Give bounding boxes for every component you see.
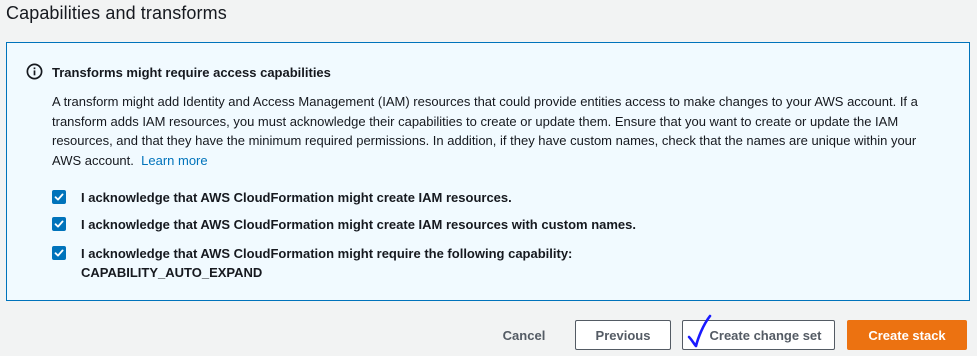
acknowledge-custom-names-label: I acknowledge that AWS CloudFormation mi… xyxy=(81,217,637,232)
info-alert: Transforms might require access capabili… xyxy=(6,42,970,301)
alert-body: A transform might add Identity and Acces… xyxy=(52,92,947,170)
cancel-button[interactable]: Cancel xyxy=(484,320,564,350)
section-title: Capabilities and transforms xyxy=(6,3,227,23)
acknowledge-auto-expand-label-line1: I acknowledge that AWS CloudFormation mi… xyxy=(81,246,573,261)
acknowledge-iam-checkbox[interactable] xyxy=(52,190,66,204)
checkmark-icon xyxy=(54,193,64,201)
alert-title: Transforms might require access capabili… xyxy=(52,65,331,80)
acknowledge-iam-row[interactable]: I acknowledge that AWS CloudFormation mi… xyxy=(52,188,512,207)
info-circle-icon xyxy=(26,63,43,80)
checkmark-icon xyxy=(54,220,64,228)
acknowledge-iam-label: I acknowledge that AWS CloudFormation mi… xyxy=(81,190,512,205)
previous-button[interactable]: Previous xyxy=(575,320,671,350)
acknowledge-custom-names-checkbox[interactable] xyxy=(52,217,66,231)
capability-name: CAPABILITY_AUTO_EXPAND xyxy=(81,265,263,280)
learn-more-link[interactable]: Learn more xyxy=(141,153,207,168)
create-change-set-button[interactable]: Create change set xyxy=(682,320,835,350)
acknowledge-auto-expand-row[interactable]: I acknowledge that AWS CloudFormation mi… xyxy=(52,244,572,282)
acknowledge-custom-names-row[interactable]: I acknowledge that AWS CloudFormation mi… xyxy=(52,215,636,234)
checkmark-icon xyxy=(54,249,64,257)
create-stack-button[interactable]: Create stack xyxy=(847,320,967,350)
acknowledge-auto-expand-label: I acknowledge that AWS CloudFormation mi… xyxy=(81,244,572,282)
acknowledge-auto-expand-checkbox[interactable] xyxy=(52,246,66,260)
create-change-set-label: Create change set xyxy=(709,327,822,343)
